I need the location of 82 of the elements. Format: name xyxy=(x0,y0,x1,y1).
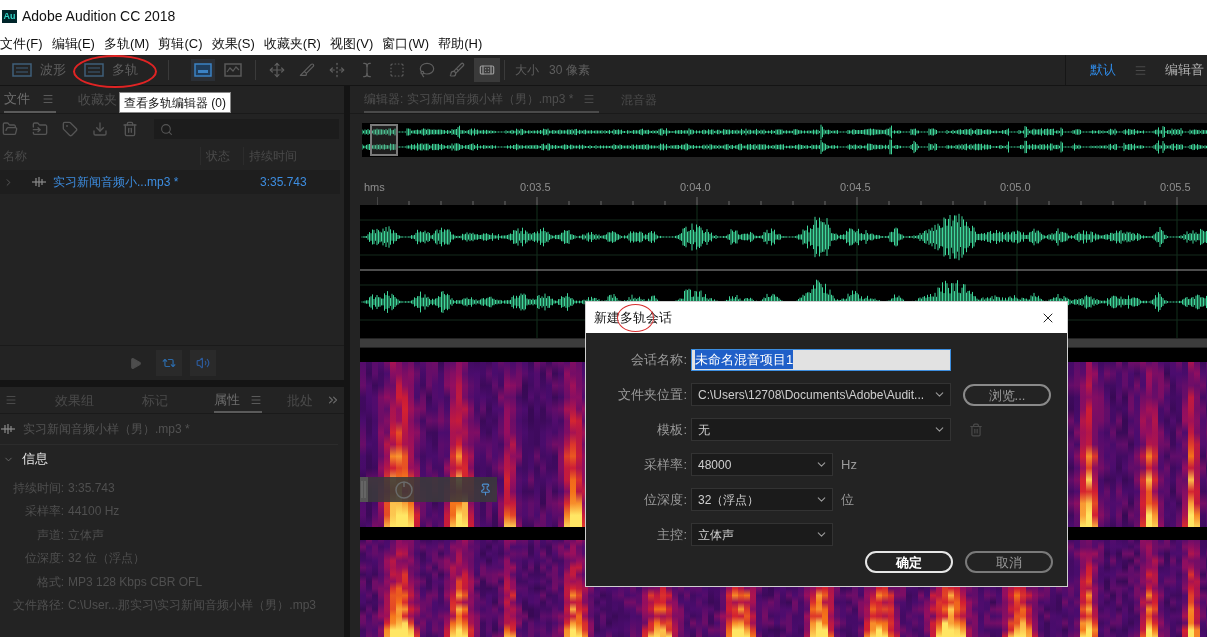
panel-tab[interactable]: 文件 xyxy=(4,87,56,113)
field-label: 会话名称: xyxy=(630,350,687,369)
menu-item[interactable]: 剪辑(C) xyxy=(158,33,203,55)
brush-icon xyxy=(449,62,465,78)
move-arrows-icon xyxy=(269,62,285,78)
knob-icon[interactable] xyxy=(395,480,413,499)
horizontal-arrows-icon xyxy=(329,62,345,78)
screen-icon xyxy=(84,63,104,77)
panel-menu-icon[interactable] xyxy=(250,393,262,406)
unit-label: Hz xyxy=(841,455,857,474)
audio-file-icon xyxy=(1,424,15,434)
menu-item[interactable]: 视图(V) xyxy=(329,33,374,55)
menu-item[interactable]: 帮助(H) xyxy=(438,33,483,55)
menu-item[interactable]: 文件(F) xyxy=(0,33,43,55)
search-field[interactable] xyxy=(154,119,339,139)
time-label: 0:04.5 xyxy=(840,180,872,195)
display-toggle-button[interactable] xyxy=(191,59,215,81)
field-label: 采样率: xyxy=(643,455,687,474)
loop-button[interactable] xyxy=(155,350,182,376)
pin-icon[interactable] xyxy=(479,483,492,496)
browse-button[interactable]: 浏览... xyxy=(963,383,1051,406)
menu-item[interactable]: 收藏夹(R) xyxy=(263,33,321,55)
time-label: 0:03.5 xyxy=(520,180,552,195)
dropdown[interactable]: 无 xyxy=(691,418,951,441)
dropdown[interactable]: 48000 xyxy=(691,453,833,476)
play-icon[interactable] xyxy=(128,356,142,370)
screen-icon xyxy=(12,63,32,77)
zoom-navigator-handle[interactable] xyxy=(370,124,398,156)
field-label: 主控: xyxy=(656,525,687,544)
bandage-icon xyxy=(479,62,495,78)
knife-icon xyxy=(299,62,315,78)
field-label: 模板: xyxy=(656,420,687,439)
menu-item[interactable]: 效果(S) xyxy=(211,33,255,55)
app-logo: Au xyxy=(2,10,17,23)
tag-icon[interactable] xyxy=(62,121,78,137)
file-duration: 3:35.743 xyxy=(259,174,308,191)
spectrogram-icon xyxy=(194,63,212,77)
menu-item[interactable]: 窗口(W) xyxy=(382,33,430,55)
line-graph-icon xyxy=(224,63,242,77)
lasso-icon xyxy=(419,62,435,78)
autoplay-button[interactable] xyxy=(189,350,216,376)
field-label: 位深度: xyxy=(643,490,687,509)
dropdown[interactable]: 32（浮点） xyxy=(691,488,833,511)
file-row[interactable]: 实习新闻音频小...mp3 * 3:35.743 xyxy=(0,170,340,194)
info-section-header[interactable]: 信息 xyxy=(0,445,344,473)
workspace-menu-icon[interactable] xyxy=(1134,63,1147,77)
panel-menu-icon[interactable] xyxy=(5,394,17,406)
panel-menu-icon[interactable] xyxy=(583,93,596,105)
menu-item[interactable]: 编辑(E) xyxy=(51,33,95,55)
time-unit-label: hms xyxy=(363,180,386,195)
unit-label: 位 xyxy=(841,490,854,509)
window-title: Adobe Audition CC 2018 xyxy=(22,7,176,26)
workspace-tab[interactable]: 默认 xyxy=(1090,60,1116,80)
more-tabs-icon[interactable] xyxy=(326,393,340,407)
panel-tab[interactable]: 属性 xyxy=(214,388,262,413)
time-label: 0:05.5 xyxy=(1160,180,1192,195)
folder-arrow-icon[interactable] xyxy=(32,121,48,137)
ok-button[interactable]: 确定 xyxy=(865,551,953,573)
panel-menu-icon[interactable] xyxy=(42,93,54,105)
workspace-tab[interactable]: 编辑音 xyxy=(1165,60,1204,80)
tooltip: 查看多轨编辑器 (0) xyxy=(119,92,231,113)
dashed-square-icon xyxy=(389,62,405,78)
download-icon[interactable] xyxy=(92,121,108,137)
folder-icon[interactable] xyxy=(2,121,18,137)
field-label: 文件夹位置: xyxy=(617,385,687,404)
time-label: 0:05.0 xyxy=(1000,180,1032,195)
cancel-button[interactable]: 取消 xyxy=(965,551,1053,573)
dropdown[interactable]: 立体声 xyxy=(691,523,833,546)
dropdown[interactable]: C:\Users\12708\Documents\Adobe\Audit... xyxy=(691,383,951,406)
speaker-icon xyxy=(195,356,210,370)
session-name-field[interactable]: 未命名混音项目1 xyxy=(691,348,951,371)
tool-button[interactable] xyxy=(474,58,500,82)
menu-item[interactable]: 多轨(M) xyxy=(103,33,150,55)
grip-icon[interactable] xyxy=(360,477,368,502)
file-name: 实习新闻音频小...mp3 * xyxy=(53,174,179,191)
section-title: 信息 xyxy=(22,450,48,469)
trash-icon[interactable] xyxy=(122,121,138,137)
time-label: 0:04.0 xyxy=(680,180,712,195)
volume-hud[interactable] xyxy=(360,477,497,502)
loop-icon xyxy=(161,356,176,370)
audio-file-icon xyxy=(32,177,46,187)
search-icon xyxy=(160,122,173,136)
